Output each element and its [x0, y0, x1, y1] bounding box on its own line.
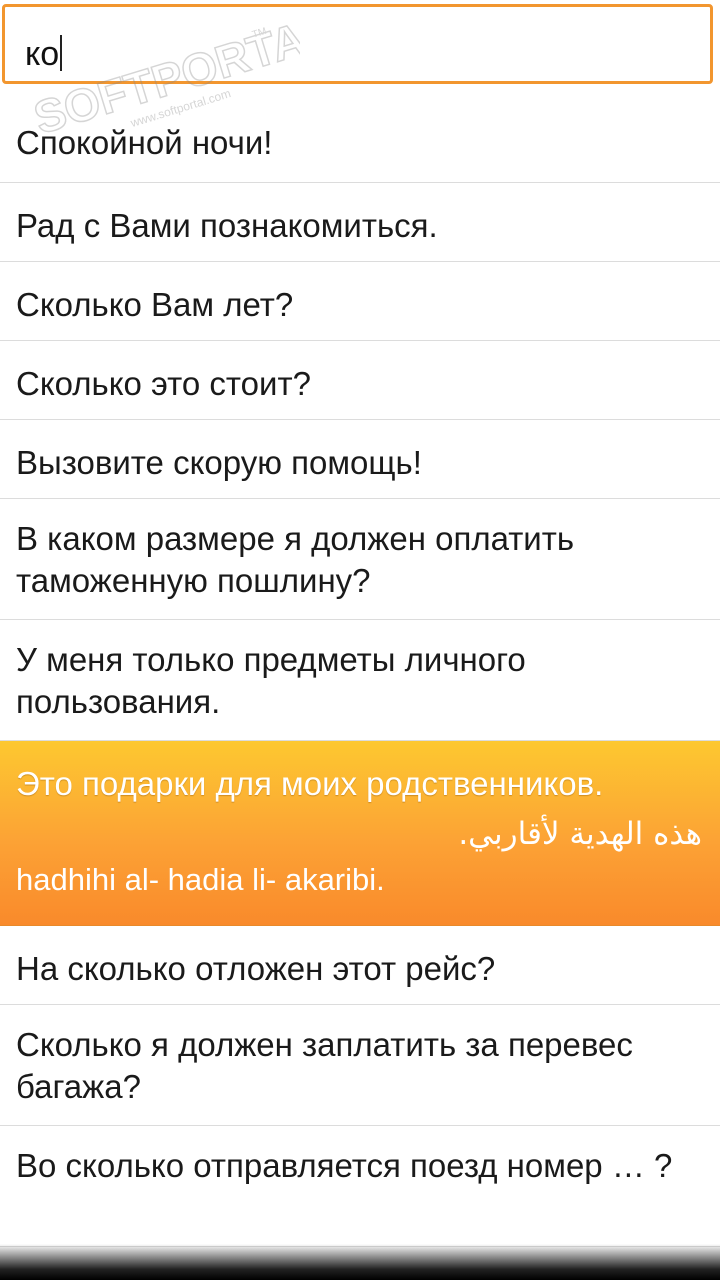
phrase-row-selected[interactable]: Это подарки для моих родственников. هذه … — [0, 741, 720, 926]
phrase-text: Во сколько отправляется поезд номер … ? — [16, 1147, 673, 1184]
phrase-list[interactable]: Спокойной ночи! Рад с Вами познакомиться… — [0, 104, 720, 1247]
phrase-row[interactable]: Сколько Вам лет? — [0, 262, 720, 341]
search-input-text[interactable]: ко — [25, 34, 63, 74]
phrase-text: Сколько Вам лет? — [16, 286, 294, 323]
phrase-text: Рад с Вами познакомиться. — [16, 207, 438, 244]
phrase-row[interactable]: Сколько это стоит? — [0, 341, 720, 420]
phrase-text: Это подарки для моих родственников. — [16, 765, 604, 802]
phrase-row[interactable]: У меня только предметы личного пользован… — [0, 620, 720, 741]
phrase-row[interactable]: В каком размере я должен оплатить таможе… — [0, 499, 720, 620]
phrase-text: У меня только предметы личного пользован… — [16, 641, 526, 720]
arabic-translation: هذه الهدية لأقاربي. — [458, 816, 702, 852]
list-bottom-edge — [0, 1244, 720, 1280]
phrase-row[interactable]: Спокойной ночи! — [0, 104, 720, 183]
phrasebook-screen: ко Спокойной ночи! Рад с Вами познакомит… — [0, 0, 720, 1280]
phrase-text: На сколько отложен этот рейс? — [16, 950, 496, 987]
phrase-row[interactable]: На сколько отложен этот рейс? — [0, 926, 720, 1005]
phrase-text: Вызовите скорую помощь! — [16, 444, 422, 481]
phrase-row[interactable]: Сколько я должен заплатить за перевес ба… — [0, 1005, 720, 1126]
search-bar: ко — [0, 0, 720, 104]
text-caret — [60, 35, 63, 71]
transliteration-text: hadhihi al- hadia li- akaribi. — [16, 862, 385, 897]
phrase-row[interactable]: Во сколько отправляется поезд номер … ? — [0, 1126, 720, 1247]
phrase-text: Спокойной ночи! — [16, 124, 273, 161]
phrase-text: В каком размере я должен оплатить таможе… — [16, 520, 575, 599]
phrase-row[interactable]: Вызовите скорую помощь! — [0, 420, 720, 499]
phrase-text: Сколько это стоит? — [16, 365, 311, 402]
search-input[interactable]: ко — [2, 4, 713, 84]
phrase-text: Сколько я должен заплатить за перевес ба… — [16, 1026, 633, 1105]
phrase-row[interactable]: Рад с Вами познакомиться. — [0, 183, 720, 262]
